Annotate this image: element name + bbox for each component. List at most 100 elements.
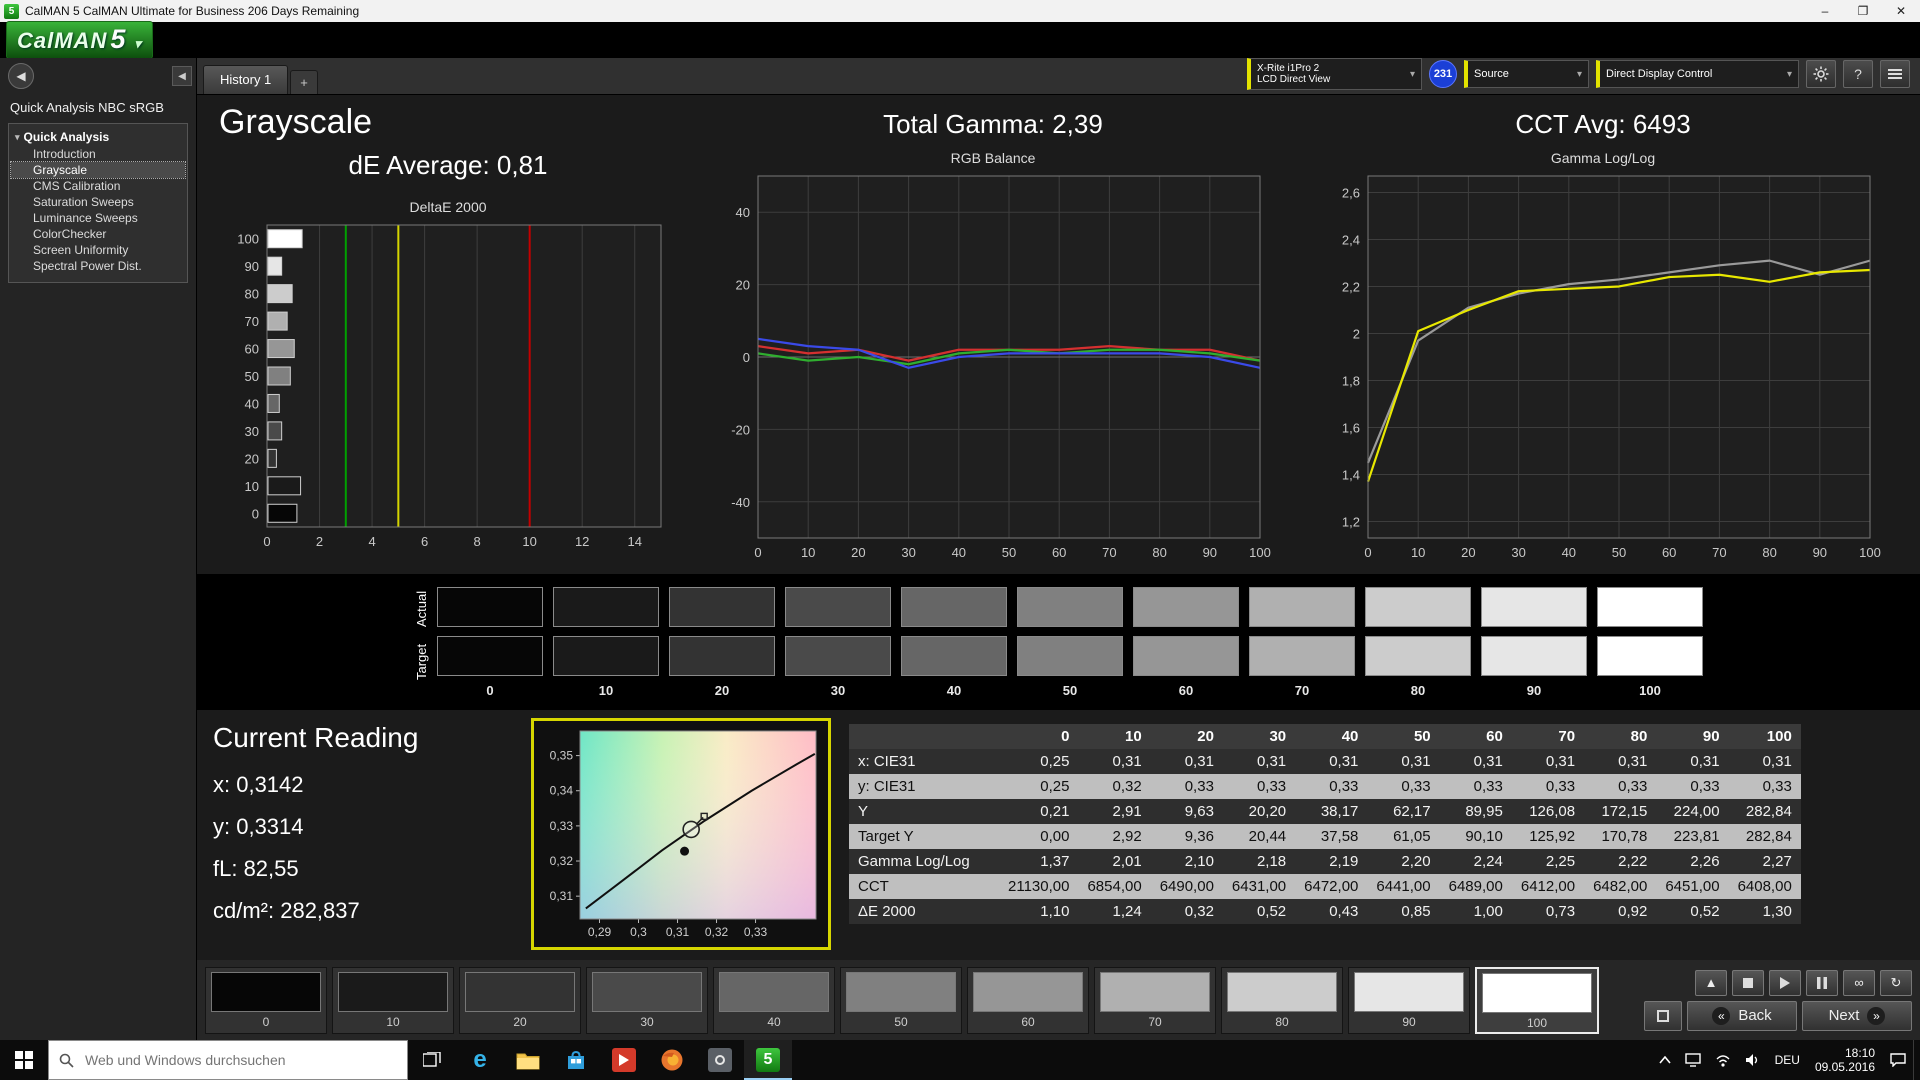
help-button[interactable]: ? [1843,60,1873,88]
pattern-window-button[interactable] [1644,1000,1682,1031]
taskbar-firefox-app[interactable] [648,1040,696,1080]
play-button[interactable] [1769,969,1801,996]
restore-button[interactable]: ❐ [1844,0,1882,22]
test-patch-80[interactable]: 80 [1221,966,1343,1034]
table-cell: 0,31 [1256,753,1287,770]
table-cell: 0,00 [1040,828,1070,845]
deltae-chart-svg: 0 2 4 6 8 10 12 14 0 10 20 30 40 50 60 70 80 90 100 [237,224,662,549]
sidebar-item-grayscale[interactable]: Grayscale [10,161,186,179]
table-row-cct: CCT 21130,00 6854,00 6490,00 6431,00 6472,00 6… [849,874,1801,899]
svg-text:90: 90 [245,259,259,274]
sidebar-item-luminance-sweeps[interactable]: Luminance Sweeps [11,210,185,226]
table-column-header: 30 [1269,728,1287,745]
search-input[interactable] [83,1051,387,1069]
svg-text:0,31: 0,31 [550,889,574,903]
test-patch-bar: 0 10 20 30 40 50 60 70 80 90 100 ▲ ∞ ↻ « [197,960,1920,1040]
taskbar-media-player-app[interactable] [600,1040,648,1080]
sidebar-item-colorchecker[interactable]: ColorChecker [11,226,185,242]
loop-button[interactable]: ↻ [1880,969,1912,996]
test-patch-30[interactable]: 30 [586,966,708,1034]
taskbar-file-explorer-app[interactable] [504,1040,552,1080]
sidebar-item-spectral-power-dist[interactable]: Spectral Power Dist. [11,258,185,274]
tray-volume-button[interactable] [1738,1040,1768,1080]
calman-logo[interactable]: CalMAN 5 ▾ [6,21,153,59]
minimize-button[interactable]: – [1806,0,1844,22]
svg-text:10: 10 [1411,545,1425,560]
start-button[interactable] [0,1040,48,1080]
taskbar-clock[interactable]: 18:10 09.05.2016 [1807,1046,1883,1074]
sidebar-collapse-icon[interactable]: ◀ [172,66,192,86]
continuous-read-button[interactable]: ∞ [1843,969,1875,996]
taskbar-edge-app[interactable]: e [456,1040,504,1080]
back-chevron-icon: « [1712,1006,1731,1025]
svg-text:-40: -40 [731,495,750,510]
layout-menu-button[interactable] [1880,60,1910,88]
taskbar-utility-app[interactable] [696,1040,744,1080]
gamma-chart-svg: 0 10 20 30 40 50 60 70 80 90 100 2,6 2,4 2,2 2 1,8 1,6 1,… [1342,175,1881,560]
table-cell: 6451,00 [1665,878,1720,895]
back-button[interactable]: « Back [1687,1000,1797,1031]
patch-scroll-up-button[interactable]: ▲ [1695,969,1727,996]
window-title: CalMAN 5 CalMAN Ultimate for Business 20… [25,4,360,18]
tray-display-button[interactable] [1678,1040,1708,1080]
table-cell: 0,32 [1112,778,1142,795]
svg-text:0,33: 0,33 [550,819,574,833]
test-patch-60[interactable]: 60 [967,966,1089,1034]
next-button[interactable]: Next » [1802,1000,1912,1031]
add-tab-button[interactable]: + [290,70,318,94]
close-button[interactable]: ✕ [1882,0,1920,22]
test-patch-10[interactable]: 10 [332,966,454,1034]
task-view-button[interactable] [408,1040,456,1080]
charts-row: Grayscale dE Average: 0,81 DeltaE 2000 0… [197,95,1920,568]
logo-dropdown-caret-icon[interactable]: ▾ [134,36,142,52]
source-dropdown[interactable]: Source ▾ [1464,60,1589,88]
table-cell: 6412,00 [1520,878,1576,895]
test-patch-90[interactable]: 90 [1348,966,1470,1034]
test-patch-40[interactable]: 40 [713,966,835,1034]
sidebar: ◀ ◀ Quick Analysis NBC sRGB ▾ Quick Anal… [0,58,197,1040]
sidebar-back-button[interactable]: ◀ [8,63,34,89]
sidebar-item-cms-calibration[interactable]: CMS Calibration [11,178,185,194]
test-patch-50[interactable]: 50 [840,966,962,1034]
meter-dropdown[interactable]: X-Rite i1Pro 2 LCD Direct View ▾ [1247,58,1422,90]
test-patch-70[interactable]: 70 [1094,966,1216,1034]
target-swatch-10 [553,635,659,676]
display-control-dropdown[interactable]: Direct Display Control ▾ [1596,60,1799,88]
tree-expander-icon[interactable]: ▾ [15,132,20,143]
taskbar-calman-app[interactable]: 5 [744,1040,792,1080]
show-desktop-button[interactable] [1913,1040,1920,1080]
calman-logo-number: 5 [110,24,127,54]
actual-swatch-30 [785,586,891,627]
sidebar-item-screen-uniformity[interactable]: Screen Uniformity [11,242,185,258]
stop-button[interactable] [1732,969,1764,996]
pause-button[interactable] [1806,969,1838,996]
store-bag-icon [568,1050,584,1069]
table-cell: 224,00 [1673,803,1720,820]
svg-text:10: 10 [801,545,815,560]
table-cell: 0,32 [1184,903,1214,920]
system-tray: DEU 18:10 09.05.2016 [1652,1040,1920,1080]
tab-history-1[interactable]: History 1 [203,65,289,94]
test-patch-100[interactable]: 100 [1475,966,1599,1034]
row-label: ΔE 2000 [858,903,916,920]
settings-button[interactable] [1806,60,1836,88]
swatch-column-80: 80 [1365,586,1471,698]
target-row-label: Target [414,643,429,680]
svg-text:100: 100 [1249,545,1271,560]
target-swatch-80 [1365,635,1471,676]
sidebar-tree-root[interactable]: ▾ Quick Analysis [11,128,185,146]
taskbar-search[interactable] [48,1040,408,1080]
action-center-button[interactable] [1883,1040,1913,1080]
tray-network-button[interactable] [1708,1040,1738,1080]
cie-chart-panel[interactable]: 0,35 0,34 0,33 0,32 0,31 0,29 0,3 0,31 0,32 0,33 [531,718,831,950]
deltae-panel: Grayscale dE Average: 0,81 DeltaE 2000 0… [203,97,693,568]
tray-expand-button[interactable] [1652,1040,1678,1080]
svg-text:0,32: 0,32 [550,854,574,868]
svg-text:0,3: 0,3 [630,925,647,939]
sidebar-item-saturation-sweeps[interactable]: Saturation Sweeps [11,194,185,210]
test-patch-0[interactable]: 0 [205,966,327,1034]
language-indicator[interactable]: DEU [1768,1040,1807,1080]
sidebar-item-introduction[interactable]: Introduction [11,146,185,162]
test-patch-20[interactable]: 20 [459,966,581,1034]
taskbar-store-app[interactable] [552,1040,600,1080]
